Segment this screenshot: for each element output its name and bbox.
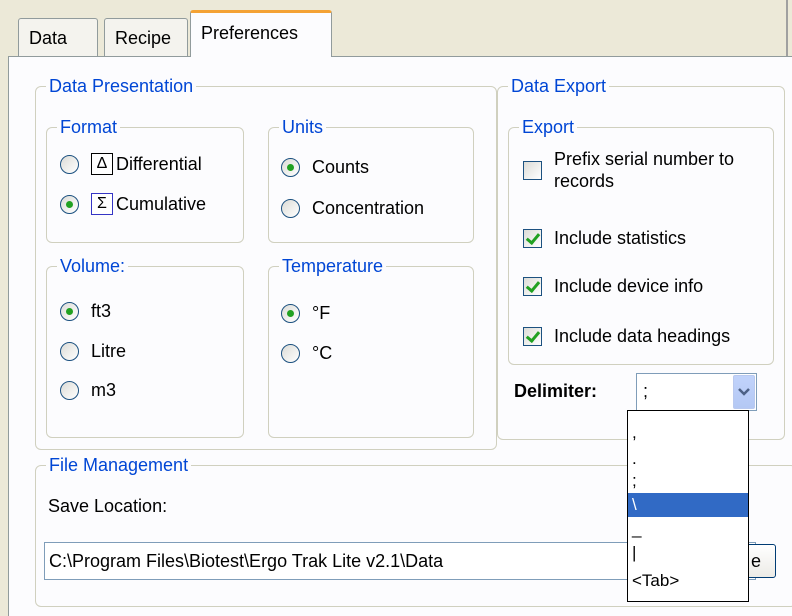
delimiter-option-period[interactable]: . — [628, 447, 748, 471]
volume-m3-radio[interactable] — [60, 381, 79, 400]
volume-group: Volume: ft3 Litre m3 — [46, 254, 244, 438]
delimiter-combo[interactable]: ; — [636, 373, 757, 411]
volume-ft3-option[interactable]: ft3 — [60, 301, 111, 322]
data-presentation-title: Data Presentation — [46, 74, 197, 98]
delimiter-value: ; — [643, 381, 649, 401]
export-include-statistics-checkbox[interactable] — [523, 229, 542, 248]
units-concentration-option[interactable]: Concentration — [281, 198, 424, 219]
sigma-icon: Σ — [91, 193, 113, 215]
volume-litre-radio[interactable] — [60, 342, 79, 361]
temperature-title: Temperature — [279, 254, 387, 278]
format-title: Format — [57, 115, 121, 139]
export-group: Export Prefix serial number to records I… — [508, 115, 774, 365]
tab-preferences[interactable]: Preferences — [190, 10, 332, 57]
export-include-statistics-option[interactable]: Include statistics — [523, 228, 686, 249]
temperature-group: Temperature °F °C — [268, 254, 474, 438]
units-group: Units Counts Concentration — [268, 115, 474, 243]
export-include-data-headings-option[interactable]: Include data headings — [523, 326, 730, 347]
temperature-f-option[interactable]: °F — [281, 303, 330, 324]
delimiter-option-comma[interactable]: , — [628, 421, 748, 445]
volume-ft3-label: ft3 — [91, 301, 112, 321]
units-counts-option[interactable]: Counts — [281, 157, 369, 178]
export-include-device-info-option[interactable]: Include device info — [523, 276, 703, 297]
save-location-label: Save Location: — [48, 496, 168, 516]
format-cumulative-radio[interactable] — [60, 194, 79, 214]
volume-litre-option[interactable]: Litre — [60, 341, 126, 362]
format-differential-label: Differential — [116, 153, 202, 174]
volume-m3-option[interactable]: m3 — [60, 380, 116, 401]
delimiter-option-semicolon[interactable]: ; — [628, 469, 748, 493]
chevron-down-icon[interactable] — [733, 375, 755, 409]
tab-data[interactable]: Data — [18, 18, 98, 56]
data-presentation-group: Data Presentation Format Δ Differential … — [35, 74, 497, 450]
tab-recipe[interactable]: Recipe — [104, 18, 188, 56]
format-differential-radio[interactable] — [60, 154, 79, 174]
file-management-title: File Management — [46, 453, 192, 477]
units-concentration-label: Concentration — [312, 198, 425, 218]
temperature-c-option[interactable]: °C — [281, 343, 332, 364]
tab-strip: Data Recipe Preferences — [0, 0, 792, 57]
delimiter-dropdown-list: , . ; \ _ | <Tab> — [627, 410, 749, 602]
format-group: Format Δ Differential Σ Cumulative — [46, 115, 244, 243]
units-concentration-radio[interactable] — [281, 199, 300, 218]
format-differential-option[interactable]: Δ Differential — [60, 153, 202, 175]
format-cumulative-label: Cumulative — [116, 193, 207, 214]
units-title: Units — [279, 115, 327, 139]
units-counts-radio[interactable] — [281, 158, 300, 177]
export-prefix-serial-label: Prefix serial number to records — [554, 148, 734, 192]
export-title: Export — [519, 115, 578, 139]
export-prefix-serial-label-line2: records — [554, 171, 615, 191]
temperature-c-label: °C — [312, 343, 333, 363]
temperature-f-label: °F — [312, 303, 331, 323]
export-include-statistics-label: Include statistics — [554, 228, 687, 248]
volume-ft3-radio[interactable] — [60, 302, 79, 321]
format-cumulative-option[interactable]: Σ Cumulative — [60, 193, 206, 215]
export-include-device-info-checkbox[interactable] — [523, 277, 542, 296]
temperature-c-radio[interactable] — [281, 344, 300, 363]
delimiter-option-backslash[interactable]: \ — [628, 493, 748, 517]
data-export-title: Data Export — [508, 74, 610, 98]
volume-m3-label: m3 — [91, 380, 117, 400]
export-prefix-serial-label-line1: Prefix serial number to — [554, 149, 735, 169]
export-include-data-headings-label: Include data headings — [554, 326, 731, 346]
units-counts-label: Counts — [312, 157, 370, 177]
delimiter-label: Delimiter: — [514, 381, 598, 401]
temperature-f-radio[interactable] — [281, 304, 300, 323]
delimiter-option-pipe[interactable]: | — [628, 541, 748, 565]
data-export-group: Data Export Export Prefix serial number … — [497, 74, 785, 440]
export-prefix-serial-checkbox[interactable] — [523, 161, 542, 180]
delimiter-option-tab[interactable]: <Tab> — [628, 569, 748, 593]
delta-icon: Δ — [91, 153, 113, 175]
export-prefix-serial-option[interactable]: Prefix serial number to records — [523, 148, 734, 192]
volume-litre-label: Litre — [91, 341, 127, 361]
export-include-device-info-label: Include device info — [554, 276, 704, 296]
export-include-data-headings-checkbox[interactable] — [523, 327, 542, 346]
delimiter-option-underscore[interactable]: _ — [628, 517, 748, 541]
volume-title: Volume: — [57, 254, 129, 278]
